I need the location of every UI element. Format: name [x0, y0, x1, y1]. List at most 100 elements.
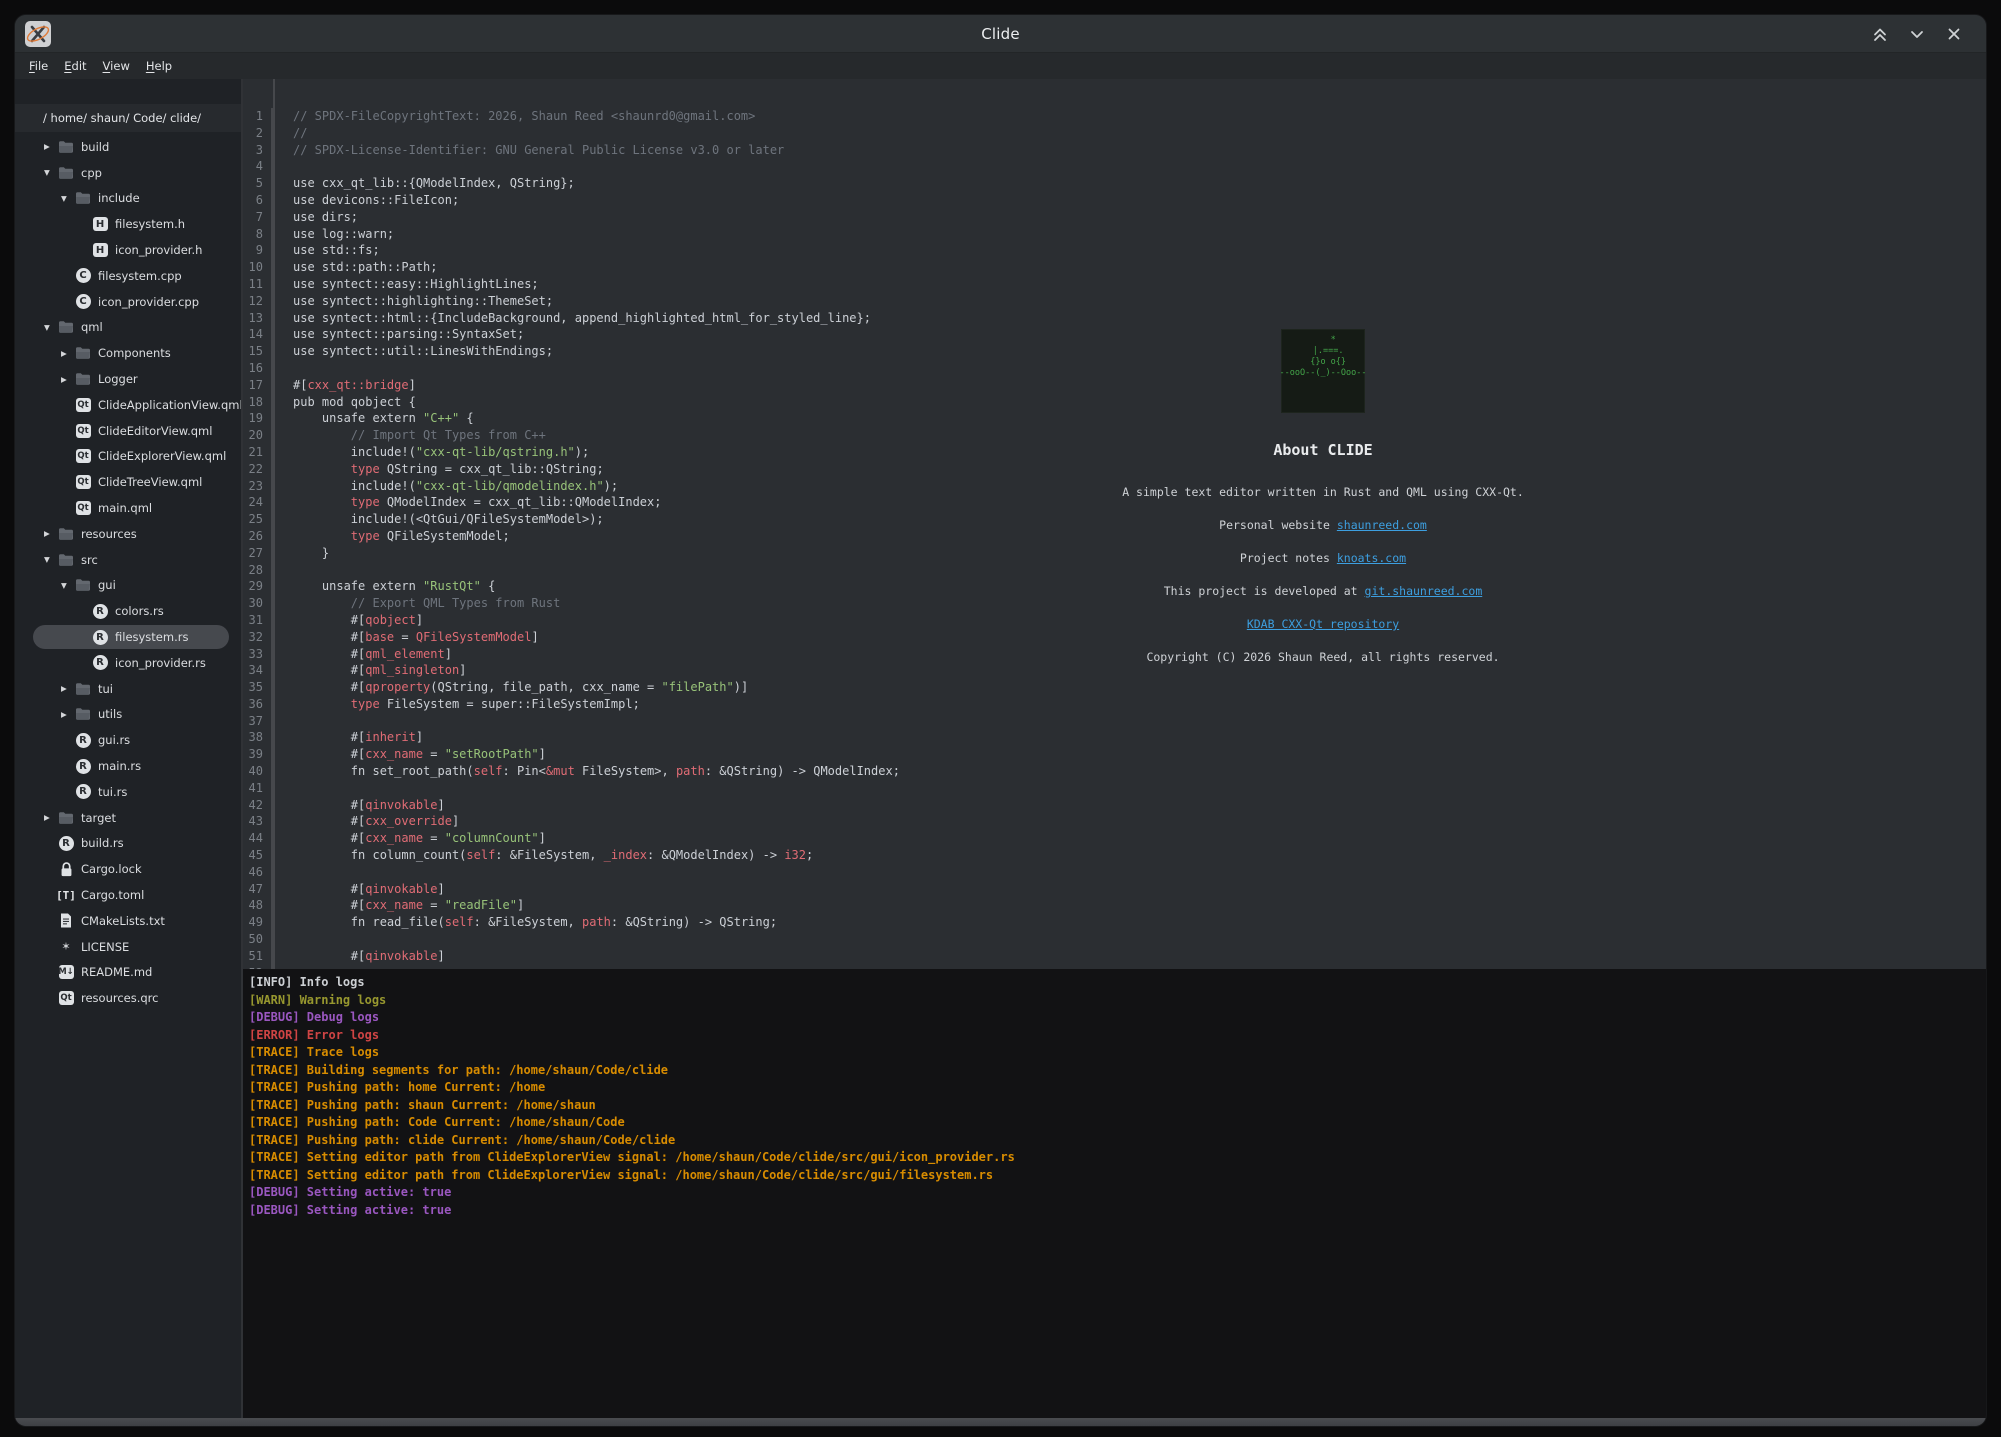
tree-item-include[interactable]: ▼ include [15, 186, 241, 212]
tree-item-cargo-toml[interactable]: [T]Cargo.toml [15, 882, 241, 908]
tree-item-tui[interactable]: ▶tui [15, 676, 241, 702]
kdab-repo-link[interactable]: KDAB CXX-Qt repository [1247, 617, 1399, 631]
tree-item-icon-provider-h[interactable]: Hicon_provider.h [15, 237, 241, 263]
tree-item-resources-qrc[interactable]: Qtresources.qrc [15, 985, 241, 1011]
chevron-collapsed-icon[interactable]: ▶ [61, 710, 75, 719]
line-number: 38 [243, 729, 273, 746]
tree-item-label: icon_provider.rs [115, 656, 206, 670]
tree-item-cpp[interactable]: ▼ cpp [15, 160, 241, 186]
tree-item-icon-provider-rs[interactable]: Ricon_provider.rs [15, 650, 241, 676]
tree-item-label: LICENSE [81, 940, 129, 954]
tree-item-label: target [81, 811, 116, 825]
tree-item-label: utils [98, 707, 122, 721]
line-number: 35 [243, 679, 273, 696]
code-line-12: 12use syntect::highlighting::ThemeSet; [243, 293, 1986, 310]
md-icon: M↓ [58, 964, 74, 980]
tree-item-build-rs[interactable]: Rbuild.rs [15, 831, 241, 857]
tree-item-label: tui.rs [98, 785, 127, 799]
code-line-43: 43 #[cxx_override] [243, 813, 1986, 830]
code-line-2: 2// [243, 125, 1986, 142]
menu-view[interactable]: View [95, 56, 138, 76]
log-console[interactable]: [INFO] Info logs[WARN] Warning logs[DEBU… [243, 969, 1986, 1418]
code-editor[interactable]: 1// SPDX-FileCopyrightText: 2026, Shaun … [243, 79, 1986, 969]
menu-help[interactable]: Help [138, 56, 180, 76]
about-description: A simple text editor written in Rust and… [1073, 485, 1573, 499]
line-number: 12 [243, 293, 273, 310]
chevron-expanded-icon[interactable]: ▼ [44, 323, 58, 332]
chevron-collapsed-icon[interactable]: ▶ [44, 142, 58, 151]
log-line-7: [TRACE] Pushing path: home Current: /hom… [249, 1079, 1986, 1097]
tree-item-filesystem-rs[interactable]: Rfilesystem.rs [15, 624, 241, 650]
lock-icon [58, 861, 74, 877]
tree-item-tui-rs[interactable]: Rtui.rs [15, 779, 241, 805]
tree-item-cmakelists-txt[interactable]: CMakeLists.txt [15, 908, 241, 934]
minimize-button[interactable] [1907, 24, 1927, 44]
tree-item-gui-rs[interactable]: Rgui.rs [15, 727, 241, 753]
tree-item-gui[interactable]: ▼gui [15, 573, 241, 599]
tree-item-components[interactable]: ▶Components [15, 340, 241, 366]
tree-item-src[interactable]: ▼src [15, 547, 241, 573]
tree-item-label: include [98, 191, 140, 205]
chevron-collapsed-icon[interactable]: ▶ [61, 684, 75, 693]
code-line-3: 3// SPDX-License-Identifier: GNU General… [243, 142, 1986, 159]
tree-item-license[interactable]: ✶LICENSE [15, 934, 241, 960]
maximize-button[interactable] [1870, 24, 1890, 44]
chevron-expanded-icon[interactable]: ▼ [44, 168, 58, 177]
tree-item-readme-md[interactable]: M↓README.md [15, 960, 241, 986]
menu-file[interactable]: File [21, 56, 56, 76]
tree-item-label: main.qml [98, 501, 152, 515]
tree-item-filesystem-h[interactable]: Hfilesystem.h [15, 211, 241, 237]
line-number: 11 [243, 276, 273, 293]
tree-item-clideexplorerview-qml[interactable]: QtClideExplorerView.qml [15, 444, 241, 470]
rust-icon: R [75, 758, 91, 774]
tree-item-clideapplicationview-qml[interactable]: QtClideApplicationView.qml [15, 392, 241, 418]
tree-item-utils[interactable]: ▶ utils [15, 702, 241, 728]
folder-icon [75, 371, 91, 387]
chevron-collapsed-icon[interactable]: ▶ [44, 529, 58, 538]
tree-item-cargo-lock[interactable]: Cargo.lock [15, 856, 241, 882]
chevron-expanded-icon[interactable]: ▼ [44, 555, 58, 564]
chevron-expanded-icon[interactable]: ▼ [61, 581, 75, 590]
code-line-4: 4 [243, 158, 1986, 175]
tree-item-label: filesystem.rs [115, 630, 188, 644]
tree-item-filesystem-cpp[interactable]: Cfilesystem.cpp [15, 263, 241, 289]
tree-item-colors-rs[interactable]: Rcolors.rs [15, 598, 241, 624]
qt-icon: Qt [75, 474, 91, 490]
window-title: Clide [981, 25, 1020, 43]
line-number: 22 [243, 461, 273, 478]
menu-bar: FileEditViewHelp [15, 53, 1986, 79]
code-line-9: 9use std::fs; [243, 242, 1986, 259]
tree-item-build[interactable]: ▶build [15, 134, 241, 160]
tree-item-clideeditorview-qml[interactable]: QtClideEditorView.qml [15, 418, 241, 444]
tree-item-logger[interactable]: ▶Logger [15, 366, 241, 392]
tree-item-resources[interactable]: ▶resources [15, 521, 241, 547]
git-repo-link[interactable]: git.shaunreed.com [1365, 584, 1483, 598]
line-number: 5 [243, 175, 273, 192]
chevron-collapsed-icon[interactable]: ▶ [61, 375, 75, 384]
about-dev-line: This project is developed at git.shaunre… [1073, 584, 1573, 598]
tree-item-target[interactable]: ▶ target [15, 805, 241, 831]
chevron-expanded-icon[interactable]: ▼ [61, 194, 75, 203]
project-notes-link[interactable]: knoats.com [1337, 551, 1406, 565]
tree-item-main-qml[interactable]: Qtmain.qml [15, 495, 241, 521]
cpp-icon: C [75, 294, 91, 310]
code-line-51: 51 #[qinvokable] [243, 948, 1986, 965]
line-number: 44 [243, 830, 273, 847]
tree-item-clidetreeview-qml[interactable]: QtClideTreeView.qml [15, 469, 241, 495]
file-tree[interactable]: / home/ shaun/ Code/ clide/ ▶build ▼ cpp ▼ i… [15, 79, 241, 1418]
menu-edit[interactable]: Edit [56, 56, 94, 76]
line-number: 43 [243, 813, 273, 830]
personal-website-link[interactable]: shaunreed.com [1337, 518, 1427, 532]
tree-item-label: cpp [81, 166, 102, 180]
tree-root-path[interactable]: / home/ shaun/ Code/ clide/ [15, 104, 241, 132]
line-number: 20 [243, 427, 273, 444]
tree-item-label: ClideExplorerView.qml [98, 449, 226, 463]
line-number: 16 [243, 360, 273, 377]
folder-icon [58, 319, 74, 335]
tree-item-main-rs[interactable]: Rmain.rs [15, 753, 241, 779]
close-button[interactable] [1944, 24, 1964, 44]
chevron-collapsed-icon[interactable]: ▶ [61, 349, 75, 358]
tree-item-icon-provider-cpp[interactable]: Cicon_provider.cpp [15, 289, 241, 315]
chevron-collapsed-icon[interactable]: ▶ [44, 813, 58, 822]
tree-item-qml[interactable]: ▼qml [15, 315, 241, 341]
